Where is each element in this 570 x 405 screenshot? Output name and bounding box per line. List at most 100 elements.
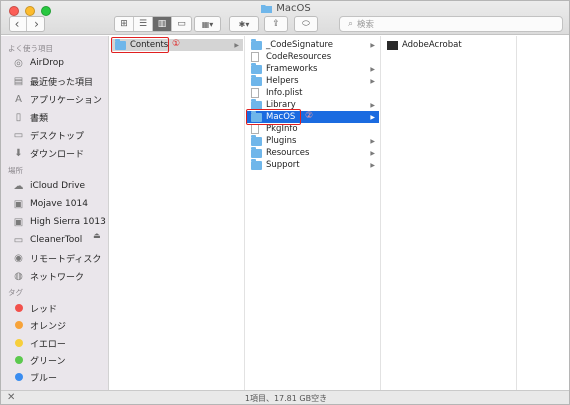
- item-label: Support: [266, 160, 300, 170]
- sidebar-item-label: ブルー: [30, 373, 58, 384]
- column-view-button[interactable]: ▥: [153, 17, 172, 31]
- icon-view-button[interactable]: ⊞: [115, 17, 134, 31]
- sidebar-item-label: iCloud Drive: [30, 181, 86, 191]
- list-icon: ☰: [138, 19, 148, 29]
- disclosure-arrow-icon: ▶: [234, 41, 239, 49]
- list-item[interactable]: Frameworks ▶: [247, 62, 379, 75]
- list-item[interactable]: _CodeSignature ▶: [247, 38, 379, 51]
- file-icon: [251, 52, 259, 62]
- sidebar-item-desktop[interactable]: ▭ デスクトップ: [12, 127, 84, 143]
- executable-icon: [387, 40, 398, 50]
- sidebar-item-documents[interactable]: ▯ 書類: [12, 109, 48, 125]
- folder-icon: [251, 146, 262, 158]
- nav-buttons: ‹ ›: [9, 16, 45, 32]
- sidebar-item-label: アプリケーション: [30, 95, 102, 106]
- action-button[interactable]: ✱▾: [229, 16, 259, 32]
- file-icon: [251, 88, 259, 98]
- toolbar: MacOS ‹ › ⊞ ☰ ▥ ▭ ▦▾ ✱▾ ⇪ ⬭ ⌕ 検索: [1, 1, 569, 35]
- locations-header: 場所: [8, 166, 23, 175]
- annotation-1: ①: [172, 39, 181, 49]
- folder-icon: [251, 158, 262, 170]
- sidebar-location-item[interactable]: ▣ Mojave 1014: [12, 196, 88, 212]
- network-icon: ◍: [14, 270, 23, 282]
- share-button[interactable]: ⇪: [264, 16, 288, 32]
- annotation-2: ②: [305, 111, 314, 121]
- sidebar-location-item[interactable]: ◉ リモートディスク: [12, 250, 101, 266]
- tag-dot-icon: [15, 373, 23, 381]
- columns-icon: ▥: [157, 19, 167, 29]
- tag-button[interactable]: ⬭: [294, 16, 318, 32]
- tags-header: タグ: [8, 288, 23, 297]
- tag-dot-icon: [15, 304, 23, 312]
- folder-icon: [251, 74, 262, 86]
- status-bar: ✕ 1項目、17.81 GB空き: [1, 390, 569, 404]
- list-view-button[interactable]: ☰: [134, 17, 153, 31]
- sidebar-item-label: 書類: [30, 113, 49, 124]
- sidebar-item-airdrop[interactable]: ◎ AirDrop: [12, 55, 64, 71]
- list-item[interactable]: AdobeAcrobat: [383, 39, 515, 51]
- disclosure-arrow-icon: ▶: [370, 113, 375, 121]
- sidebar-item-applications[interactable]: A アプリケーション: [12, 91, 102, 107]
- disk-icon: ▣: [13, 198, 24, 210]
- sidebar-item-label: リモートディスク: [30, 254, 102, 265]
- disclosure-arrow-icon: ▶: [370, 41, 375, 49]
- cloud-icon: ☁: [13, 180, 24, 192]
- sidebar-tag-item[interactable]: レッド: [12, 300, 57, 316]
- search-placeholder: 検索: [357, 20, 375, 30]
- sidebar-location-item[interactable]: ▣ High Sierra 1013: [12, 214, 106, 230]
- folder-icon: [251, 38, 262, 50]
- sidebar-location-item[interactable]: ◍ ネットワーク: [12, 268, 84, 284]
- sidebar-item-downloads[interactable]: ⬇ ダウンロード: [12, 145, 84, 161]
- list-item[interactable]: Plugins ▶: [247, 134, 379, 147]
- tag-dot-icon: [15, 339, 23, 347]
- group-icon: ▦▾: [201, 19, 214, 29]
- list-item[interactable]: Info.plist: [247, 87, 379, 99]
- sidebar-tag-item[interactable]: イエロー: [12, 335, 66, 351]
- sidebar-item-label: High Sierra 1013: [30, 217, 106, 227]
- disclosure-arrow-icon: ▶: [370, 149, 375, 157]
- sidebar-tag-item[interactable]: グリーン: [12, 352, 66, 368]
- sidebar-item-label: グリーン: [30, 356, 66, 367]
- group-button[interactable]: ▦▾: [194, 16, 221, 32]
- disclosure-arrow-icon: ▶: [370, 137, 375, 145]
- sidebar-item-label: デスクトップ: [30, 131, 85, 142]
- list-item[interactable]: Helpers ▶: [247, 74, 379, 87]
- view-mode-switcher: ⊞ ☰ ▥ ▭: [114, 16, 192, 32]
- eject-icon[interactable]: ⏏: [93, 231, 101, 240]
- gear-icon: ✱▾: [238, 19, 250, 29]
- sidebar-item-label: Mojave 1014: [30, 199, 88, 209]
- list-item[interactable]: Resources ▶: [247, 146, 379, 159]
- grid-icon: ⊞: [120, 19, 128, 29]
- chevron-right-icon: ›: [34, 17, 39, 31]
- sidebar-item-label: レッド: [30, 304, 58, 315]
- column-4: [517, 36, 569, 390]
- sidebar-item-recents[interactable]: ▤ 最近使った項目: [12, 73, 93, 89]
- disk-icon: ▣: [13, 216, 24, 228]
- sidebar-item-label: 最近使った項目: [30, 77, 94, 88]
- back-button[interactable]: ‹: [8, 17, 27, 31]
- item-label: Helpers: [266, 76, 299, 86]
- documents-icon: ▯: [15, 111, 22, 123]
- forward-button[interactable]: ›: [27, 17, 46, 31]
- window-title-text: MacOS: [276, 3, 311, 14]
- favorites-header: よく使う項目: [8, 44, 53, 53]
- gallery-icon: ▭: [177, 19, 186, 29]
- tag-icon: ⬭: [302, 19, 310, 29]
- sidebar-tag-item[interactable]: オレンジ: [12, 317, 66, 333]
- downloads-icon: ⬇: [14, 147, 23, 159]
- window-title: MacOS: [1, 3, 569, 14]
- sidebar-location-item[interactable]: ▭ CleanerTool: [12, 232, 83, 248]
- tag-dot-icon: [15, 356, 23, 364]
- gallery-view-button[interactable]: ▭: [172, 17, 191, 31]
- search-field[interactable]: ⌕ 検索: [339, 16, 563, 32]
- status-text: 1項目、17.81 GB空き: [244, 394, 328, 403]
- list-item[interactable]: Support ▶: [247, 158, 379, 171]
- recents-icon: ▤: [13, 75, 24, 87]
- desktop-icon: ▭: [13, 129, 24, 141]
- list-item[interactable]: CodeResources: [247, 51, 379, 63]
- share-icon: ⇪: [272, 19, 280, 29]
- item-label: _CodeSignature: [266, 40, 334, 50]
- sidebar-tag-item[interactable]: ブルー: [12, 369, 57, 385]
- sidebar: よく使う項目 場所 ⏏ タグ ◎ AirDrop ▤ 最近使った項目 A アプリケーション…: [1, 36, 109, 390]
- sidebar-location-item[interactable]: ☁ iCloud Drive: [12, 178, 86, 194]
